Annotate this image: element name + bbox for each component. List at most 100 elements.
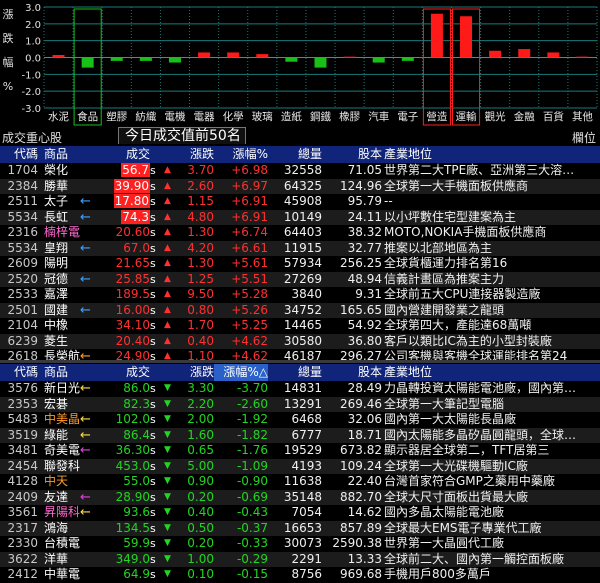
- last-price-value: 55.0: [123, 474, 150, 488]
- header-change[interactable]: 漲跌: [170, 364, 214, 381]
- last-price-value: 453.0: [115, 458, 150, 473]
- header-change[interactable]: 漲跌: [170, 146, 214, 163]
- total-volume: 35148: [283, 489, 322, 504]
- bottom-quote-table: 代碼 商品 成交 漲跌 漲幅%△ 總量 股本 產業地位 3576 新日光 ← 86.0…: [0, 364, 600, 583]
- share-capital: 14.62: [347, 505, 382, 519]
- last-price: 21.65: [92, 256, 150, 271]
- table-row[interactable]: 2609 陽明 21.65 s ▲ 1.30 +5.61 57934 256.25 全球貨櫃運力排…: [0, 256, 600, 272]
- header-position[interactable]: 產業地位: [384, 146, 600, 163]
- header-pct-sorted[interactable]: 漲幅%△: [214, 364, 268, 381]
- tick-flag: s: [150, 537, 156, 550]
- bar-百貨: [547, 52, 560, 58]
- industry-position: 全球第一大筆記型電腦: [384, 396, 505, 411]
- header-code[interactable]: 代碼: [2, 364, 38, 381]
- header-name[interactable]: 商品: [44, 364, 94, 381]
- header-name[interactable]: 商品: [44, 146, 94, 163]
- table-row[interactable]: 3576 新日光 ← 86.0 s ▼ 3.30 -3.70 14831 28.49 力晶轉投資太陽…: [0, 381, 600, 397]
- total-volume: 30073: [283, 536, 322, 550]
- table-row[interactable]: 2409 友達 ← 28.90 s ▼ 0.20 -0.69 35148 882.70 全球大尺寸面…: [0, 489, 600, 505]
- last-price-value: 56.7: [121, 163, 150, 177]
- stock-name: 台積電: [44, 536, 81, 550]
- x-tick-label: 汽車: [368, 110, 389, 123]
- table-row[interactable]: 2317 鴻海 134.5 s ▼ 0.50 -0.37 16653 857.89 全球最大EMS…: [0, 520, 600, 536]
- table-row[interactable]: 1704 榮化 56.7 s ▲ 3.70 +6.98 32558 71.05 世界第二大TPE廠…: [0, 163, 600, 179]
- price-change: 4.80: [187, 209, 214, 224]
- y-tick-label: 0.0: [25, 54, 41, 65]
- share-capital: 32.06: [347, 412, 382, 426]
- share-capital: 28.49: [347, 381, 382, 395]
- last-price-value: 39.90: [113, 178, 150, 193]
- header-capital[interactable]: 股本: [322, 146, 382, 163]
- table-row[interactable]: 6239 菱生 20.40 s ▲ 0.40 +4.62 30580 36.80 客戶以類比IC為…: [0, 333, 600, 349]
- price-change: 1.70: [187, 318, 214, 332]
- table-row[interactable]: 2384 勝華 39.90 s ▲ 2.60 +6.97 64325 124.96 全球第一大手機…: [0, 178, 600, 194]
- last-price: 349.0: [92, 552, 150, 567]
- table-row[interactable]: 2533 嘉澤 189.5 s ▲ 9.50 +5.28 3840 9.31 全球前五大CPU連接…: [0, 287, 600, 303]
- pct-change: +6.91: [231, 194, 268, 208]
- header-volume[interactable]: 總量: [268, 364, 322, 381]
- stock-code: 3481: [7, 443, 38, 457]
- share-capital: 54.92: [347, 318, 382, 332]
- share-capital: 2590.38: [332, 536, 382, 550]
- table-row[interactable]: 4128 中天 55.0 s ▼ 0.90 -0.90 11638 22.40 台灣首家符合GMP…: [0, 474, 600, 490]
- share-capital: 36.80: [347, 333, 382, 348]
- last-price: 34.10: [92, 318, 150, 333]
- header-pct-label: 漲幅%: [223, 365, 259, 379]
- panel-divider[interactable]: [0, 360, 600, 363]
- table-row[interactable]: 2412 中華電 64.9 s ▼ 0.10 -0.15 8756 969.68 手機用戶800多…: [0, 567, 600, 583]
- pct-change: -0.90: [236, 474, 268, 488]
- tick-flag: s: [150, 521, 156, 535]
- x-tick-label: 橡膠: [339, 110, 360, 123]
- table-row[interactable]: 3481 奇美電 ← 36.30 s ▼ 0.65 -1.76 19529 673.82 顯示器居全…: [0, 443, 600, 459]
- header-pct[interactable]: 漲幅%: [214, 146, 268, 163]
- table-row[interactable]: 5534 皇翔 ← 67.0 s ▲ 4.20 +6.61 11915 32.77 推案以北部地區為…: [0, 240, 600, 256]
- header-volume[interactable]: 總量: [268, 146, 322, 163]
- last-price-value: 59.9: [123, 536, 150, 550]
- last-price-value: 349.0: [115, 551, 150, 566]
- table-row[interactable]: 2353 宏碁 82.3 s ▼ 2.20 -2.60 13291 269.46 全球第一大筆記型…: [0, 396, 600, 412]
- header-position[interactable]: 產業地位: [384, 364, 600, 381]
- stock-code: 2353: [7, 396, 38, 411]
- header-capital[interactable]: 股本: [322, 364, 382, 381]
- tick-flag: s: [150, 334, 156, 348]
- header-price[interactable]: 成交: [92, 146, 150, 163]
- columns-button[interactable]: 欄位: [572, 129, 596, 146]
- table-row[interactable]: 5483 中美晶 ← 102.0 s ▼ 2.00 -1.92 6468 32.06 國內第一大太陽…: [0, 412, 600, 428]
- last-price-value: 134.5: [115, 520, 150, 535]
- table-row[interactable]: 3561 昇陽科 ← 93.6 s ▼ 0.40 -0.43 7054 14.62 國內多晶太陽能電…: [0, 505, 600, 521]
- price-change: 1.00: [187, 551, 214, 566]
- price-change: 5.00: [187, 458, 214, 473]
- bar-電機: [168, 57, 181, 63]
- header-price[interactable]: 成交: [92, 364, 150, 381]
- table-row[interactable]: 2316 楠梓電 20.60 s ▲ 1.30 +6.74 64403 38.32 MOTO,NO…: [0, 225, 600, 241]
- stock-name: 洋華: [44, 551, 69, 566]
- industry-position: 國內多晶太陽能電池廠: [384, 505, 505, 519]
- table-row[interactable]: 2104 中橡 34.10 s ▲ 1.70 +5.25 14465 54.92 全球第四大，產能…: [0, 318, 600, 334]
- total-volume: 30580: [283, 333, 322, 348]
- table-row[interactable]: 3519 綠能 ← 86.4 s ▼ 1.60 -1.82 6777 18.71 國內太陽能多晶矽晶…: [0, 427, 600, 443]
- table-row[interactable]: 2330 台積電 59.9 s ▼ 0.20 -0.33 30073 2590.38 世界第一大晶…: [0, 536, 600, 552]
- stock-name: 楠梓電: [44, 225, 81, 239]
- industry-position: 國內營建開發業之龍頭: [384, 302, 505, 317]
- tick-flag: s: [150, 382, 156, 395]
- table-row[interactable]: 3622 洋華 349.0 s ▼ 1.00 -0.29 2291 13.33 全球前二大、國內第…: [0, 551, 600, 567]
- tab-top50-value[interactable]: 今日成交值前50名: [118, 127, 246, 144]
- table-row[interactable]: 2501 國建 ← 16.00 s ▲ 0.80 +5.26 34752 165.65 國內營建開發…: [0, 302, 600, 318]
- header-code[interactable]: 代碼: [2, 146, 38, 163]
- stock-code: 2609: [7, 256, 38, 270]
- tick-flag: s: [150, 288, 156, 301]
- pct-change: +6.97: [231, 178, 268, 193]
- table-row[interactable]: 5534 長虹 ← 74.3 s ▲ 4.80 +6.91 10149 24.11 以小坪數住宅型建…: [0, 209, 600, 225]
- bar-電子: [401, 57, 414, 61]
- bottom-rows: 3576 新日光 ← 86.0 s ▼ 3.30 -3.70 14831 28.49 力晶轉投資太陽…: [0, 381, 600, 583]
- total-volume: 13291: [283, 396, 322, 411]
- table-row[interactable]: 2454 聯發科 453.0 s ▼ 5.00 -1.09 4193 109.24 全球第一大光碟…: [0, 458, 600, 474]
- last-price: 55.0: [92, 474, 150, 489]
- table-row[interactable]: 2520 冠德 ← 25.85 s ▲ 1.25 +5.51 27269 48.94 信義計畫區為推…: [0, 271, 600, 287]
- table-row[interactable]: 2511 太子 ← 17.80 s ▲ 1.15 +6.91 45908 95.79 --: [0, 194, 600, 210]
- last-price-value: 16.00: [115, 302, 150, 317]
- industry-position: 客戶以類比IC為主的小型封裝廠: [384, 333, 552, 348]
- industry-position: 力晶轉投資太陽能電池廠，國內第…: [384, 381, 577, 395]
- pct-change: -0.69: [236, 489, 268, 504]
- x-tick-label: 金融: [514, 110, 535, 123]
